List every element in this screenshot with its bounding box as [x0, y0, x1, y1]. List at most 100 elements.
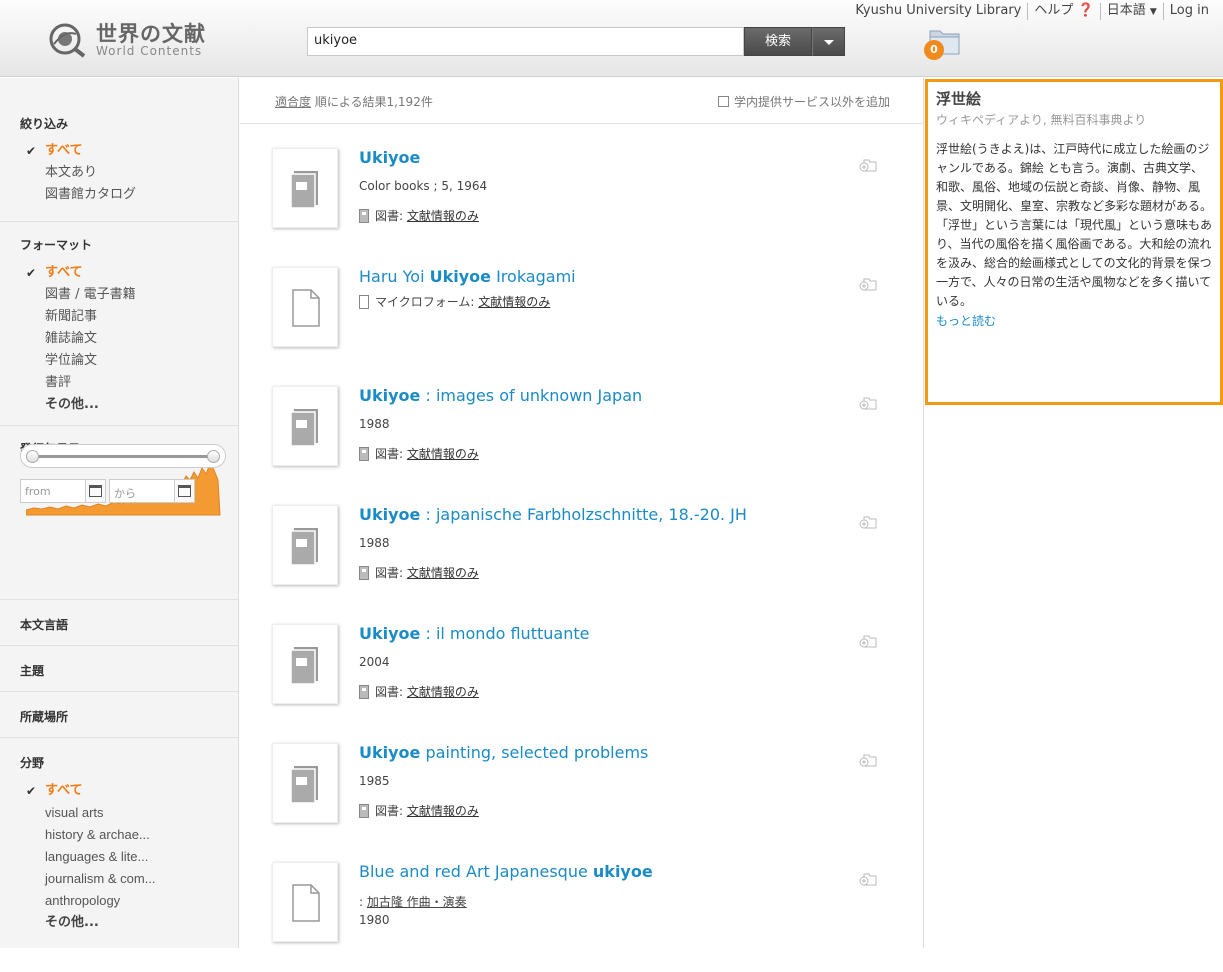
search-input[interactable]: ukiyoe: [307, 27, 744, 56]
result-title[interactable]: Ukiyoe : il mondo fluttuante: [359, 624, 589, 643]
wikipedia-panel: 浮世絵 ウィキペディアより, 無料百科事典より 浮世絵(うきよえ)は、江戸時代に…: [925, 79, 1223, 405]
result-thumbnail[interactable]: [272, 267, 338, 347]
add-to-folder-icon[interactable]: [859, 396, 877, 410]
result-thumbnail[interactable]: [272, 386, 338, 466]
format-item-all[interactable]: すべて: [20, 262, 218, 284]
read-more-link[interactable]: もっと読む: [936, 312, 1212, 329]
citation-only-link[interactable]: 文献情報のみ: [407, 802, 479, 819]
citation-only-link[interactable]: 文献情報のみ: [407, 683, 479, 700]
book-icon: [290, 766, 318, 804]
logo-subtitle: World Contents: [96, 43, 203, 58]
document-icon: [292, 289, 320, 327]
folder-count-badge: 0: [924, 40, 944, 60]
sort-relevance-link[interactable]: 適合度: [275, 95, 311, 109]
subject-section[interactable]: 主題: [0, 646, 238, 692]
author-link[interactable]: 加古隆 作曲・演奏: [367, 895, 467, 909]
add-to-folder-icon[interactable]: [859, 158, 877, 172]
slider-track: [33, 455, 215, 458]
citation-only-link[interactable]: 文献情報のみ: [478, 293, 550, 310]
result-item: Ukiyoe : images of unknown Japan 1988 図書: …: [272, 386, 892, 496]
result-format: 図書: 文献情報のみ: [359, 683, 479, 700]
header: 世界の文献 World Contents ukiyoe 検索 0 Kyushu …: [0, 0, 1223, 77]
field-section: 分野 すべて visual arts history & archae... l…: [0, 738, 238, 948]
calendar-from-icon[interactable]: [86, 479, 106, 503]
book-icon: [290, 528, 318, 566]
field-item-more[interactable]: その他...: [20, 912, 218, 934]
add-services-toggle[interactable]: 学内提供サービス以外を追加: [717, 93, 890, 110]
help-link[interactable]: ヘルプ ❓: [1027, 3, 1099, 20]
add-to-folder-icon[interactable]: [859, 634, 877, 648]
language-section[interactable]: 本文言語: [0, 600, 238, 646]
field-title: 分野: [20, 756, 45, 770]
result-item: Ukiyoe painting, selected problems 1985 図書…: [272, 743, 892, 853]
result-meta: 1980: [359, 913, 390, 927]
result-item: Ukiyoe : japanische Farbholzschnitte, 18…: [272, 505, 892, 615]
result-title[interactable]: Haru Yoi Ukiyoe Irokagami: [359, 267, 576, 286]
citation-only-link[interactable]: 文献情報のみ: [407, 207, 479, 224]
add-to-folder-icon[interactable]: [859, 753, 877, 767]
refine-item-all[interactable]: すべて: [20, 140, 218, 162]
result-meta: 2004: [359, 655, 390, 669]
language-title: 本文言語: [20, 618, 69, 632]
result-title[interactable]: Ukiyoe : images of unknown Japan: [359, 386, 642, 405]
field-item-journalism[interactable]: journalism & com...: [20, 868, 218, 890]
format-item-journal[interactable]: 雑誌論文: [20, 328, 218, 350]
result-thumbnail[interactable]: [272, 743, 338, 823]
result-format: 図書: 文献情報のみ: [359, 802, 479, 819]
logo[interactable]: 世界の文献 World Contents: [48, 22, 206, 58]
book-small-icon: [359, 565, 369, 580]
subject-title: 主題: [20, 664, 45, 678]
add-services-checkbox[interactable]: [717, 96, 729, 107]
result-item: Ukiyoe Color books ; 5, 1964 図書: 文献情報のみ: [272, 148, 892, 258]
library-link[interactable]: Kyushu University Library: [849, 3, 1027, 20]
format-item-thesis[interactable]: 学位論文: [20, 350, 218, 372]
field-item-all[interactable]: すべて: [20, 780, 218, 802]
field-item-visual-arts[interactable]: visual arts: [20, 802, 218, 824]
field-item-history[interactable]: history & archae...: [20, 824, 218, 846]
refine-item-catalog[interactable]: 図書館カタログ: [20, 184, 218, 206]
add-to-folder-icon[interactable]: [859, 872, 877, 886]
book-icon: [290, 647, 318, 685]
search-options-dropdown[interactable]: [812, 27, 845, 56]
search-button[interactable]: 検索: [744, 27, 812, 56]
language-dropdown[interactable]: 日本語 ▼: [1099, 3, 1163, 20]
add-to-folder-icon[interactable]: [859, 515, 877, 529]
result-thumbnail[interactable]: [272, 624, 338, 704]
wiki-source: ウィキペディアより, 無料百科事典より: [936, 113, 1147, 127]
top-nav: Kyushu University Library ヘルプ ❓ 日本語 ▼ Lo…: [849, 3, 1215, 20]
refine-section: 絞り込み すべて 本文あり 図書館カタログ: [0, 78, 238, 222]
help-icon: ❓: [1077, 3, 1094, 18]
slider-handle-end[interactable]: [207, 450, 220, 463]
result-meta: Color books ; 5, 1964: [359, 179, 488, 193]
result-title[interactable]: Ukiyoe : japanische Farbholzschnitte, 18…: [359, 505, 747, 524]
date-from-input[interactable]: from: [20, 479, 86, 503]
book-small-icon: [359, 684, 369, 699]
format-item-books[interactable]: 図書 / 電子書籍: [20, 284, 218, 306]
citation-only-link[interactable]: 文献情報のみ: [407, 564, 479, 581]
login-link[interactable]: Log in: [1162, 3, 1215, 20]
add-services-label: 学内提供サービス以外を追加: [733, 95, 890, 109]
field-item-anthropology[interactable]: anthropology: [20, 890, 218, 912]
book-small-icon: [359, 208, 369, 223]
result-title[interactable]: Ukiyoe painting, selected problems: [359, 743, 648, 762]
result-thumbnail[interactable]: [272, 148, 338, 228]
result-title[interactable]: Ukiyoe: [359, 148, 420, 167]
field-item-languages[interactable]: languages & lite...: [20, 846, 218, 868]
result-title[interactable]: Blue and red Art Japanesque ukiyoe: [359, 862, 653, 881]
book-small-icon: [359, 446, 369, 461]
location-section[interactable]: 所蔵場所: [0, 692, 238, 738]
slider-handle-start[interactable]: [26, 450, 39, 463]
date-to-input[interactable]: から: [109, 479, 175, 503]
result-thumbnail[interactable]: [272, 862, 338, 942]
book-small-icon: [359, 803, 369, 818]
citation-only-link[interactable]: 文献情報のみ: [407, 445, 479, 462]
result-thumbnail[interactable]: [272, 505, 338, 585]
refine-item-fulltext[interactable]: 本文あり: [20, 162, 218, 184]
add-to-folder-icon[interactable]: [859, 277, 877, 291]
divider: [923, 78, 924, 948]
sort-bar: 適合度 順による結果1,192件 学内提供サービス以外を追加: [240, 78, 923, 124]
result-meta: 1985: [359, 774, 390, 788]
date-range-slider[interactable]: [20, 444, 226, 468]
format-item-news[interactable]: 新聞記事: [20, 306, 218, 328]
calendar-to-icon[interactable]: [175, 479, 195, 503]
